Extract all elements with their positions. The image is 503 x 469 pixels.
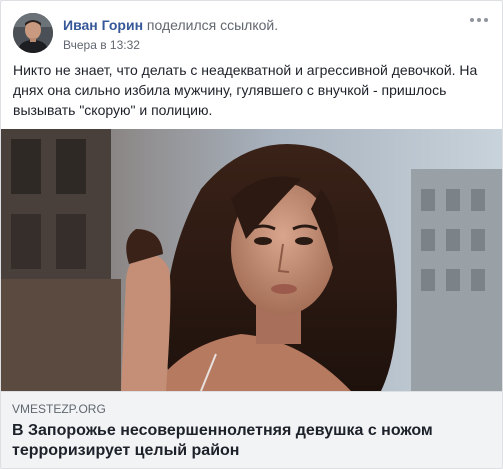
more-dot — [470, 18, 474, 22]
avatar-photo — [13, 13, 53, 53]
post-timestamp[interactable]: Вчера в 13:32 — [63, 37, 140, 53]
post-header: Иван Горин поделился ссылкой. Вчера в 13… — [13, 13, 490, 55]
link-preview-caption[interactable]: VMESTEZP.ORG В Запорожье несовершеннолет… — [1, 391, 502, 468]
post-headline: Иван Горин поделился ссылкой. — [63, 16, 278, 34]
more-dot — [484, 18, 488, 22]
more-options-icon[interactable] — [468, 13, 490, 27]
author-name[interactable]: Иван Горин — [63, 17, 143, 33]
link-title[interactable]: В Запорожье несовершеннолетняя девушка с… — [12, 421, 482, 461]
avatar[interactable] — [13, 13, 53, 53]
more-dot — [477, 18, 481, 22]
girl-photo — [1, 129, 502, 391]
post-text: Никто не знает, что делать с неадекватно… — [13, 62, 478, 118]
post-action-text: поделился ссылкой. — [146, 17, 279, 33]
shared-link-post: Иван Горин поделился ссылкой. Вчера в 13… — [0, 0, 503, 469]
link-domain: VMESTEZP.ORG — [12, 402, 106, 416]
link-preview-image[interactable] — [1, 129, 502, 391]
